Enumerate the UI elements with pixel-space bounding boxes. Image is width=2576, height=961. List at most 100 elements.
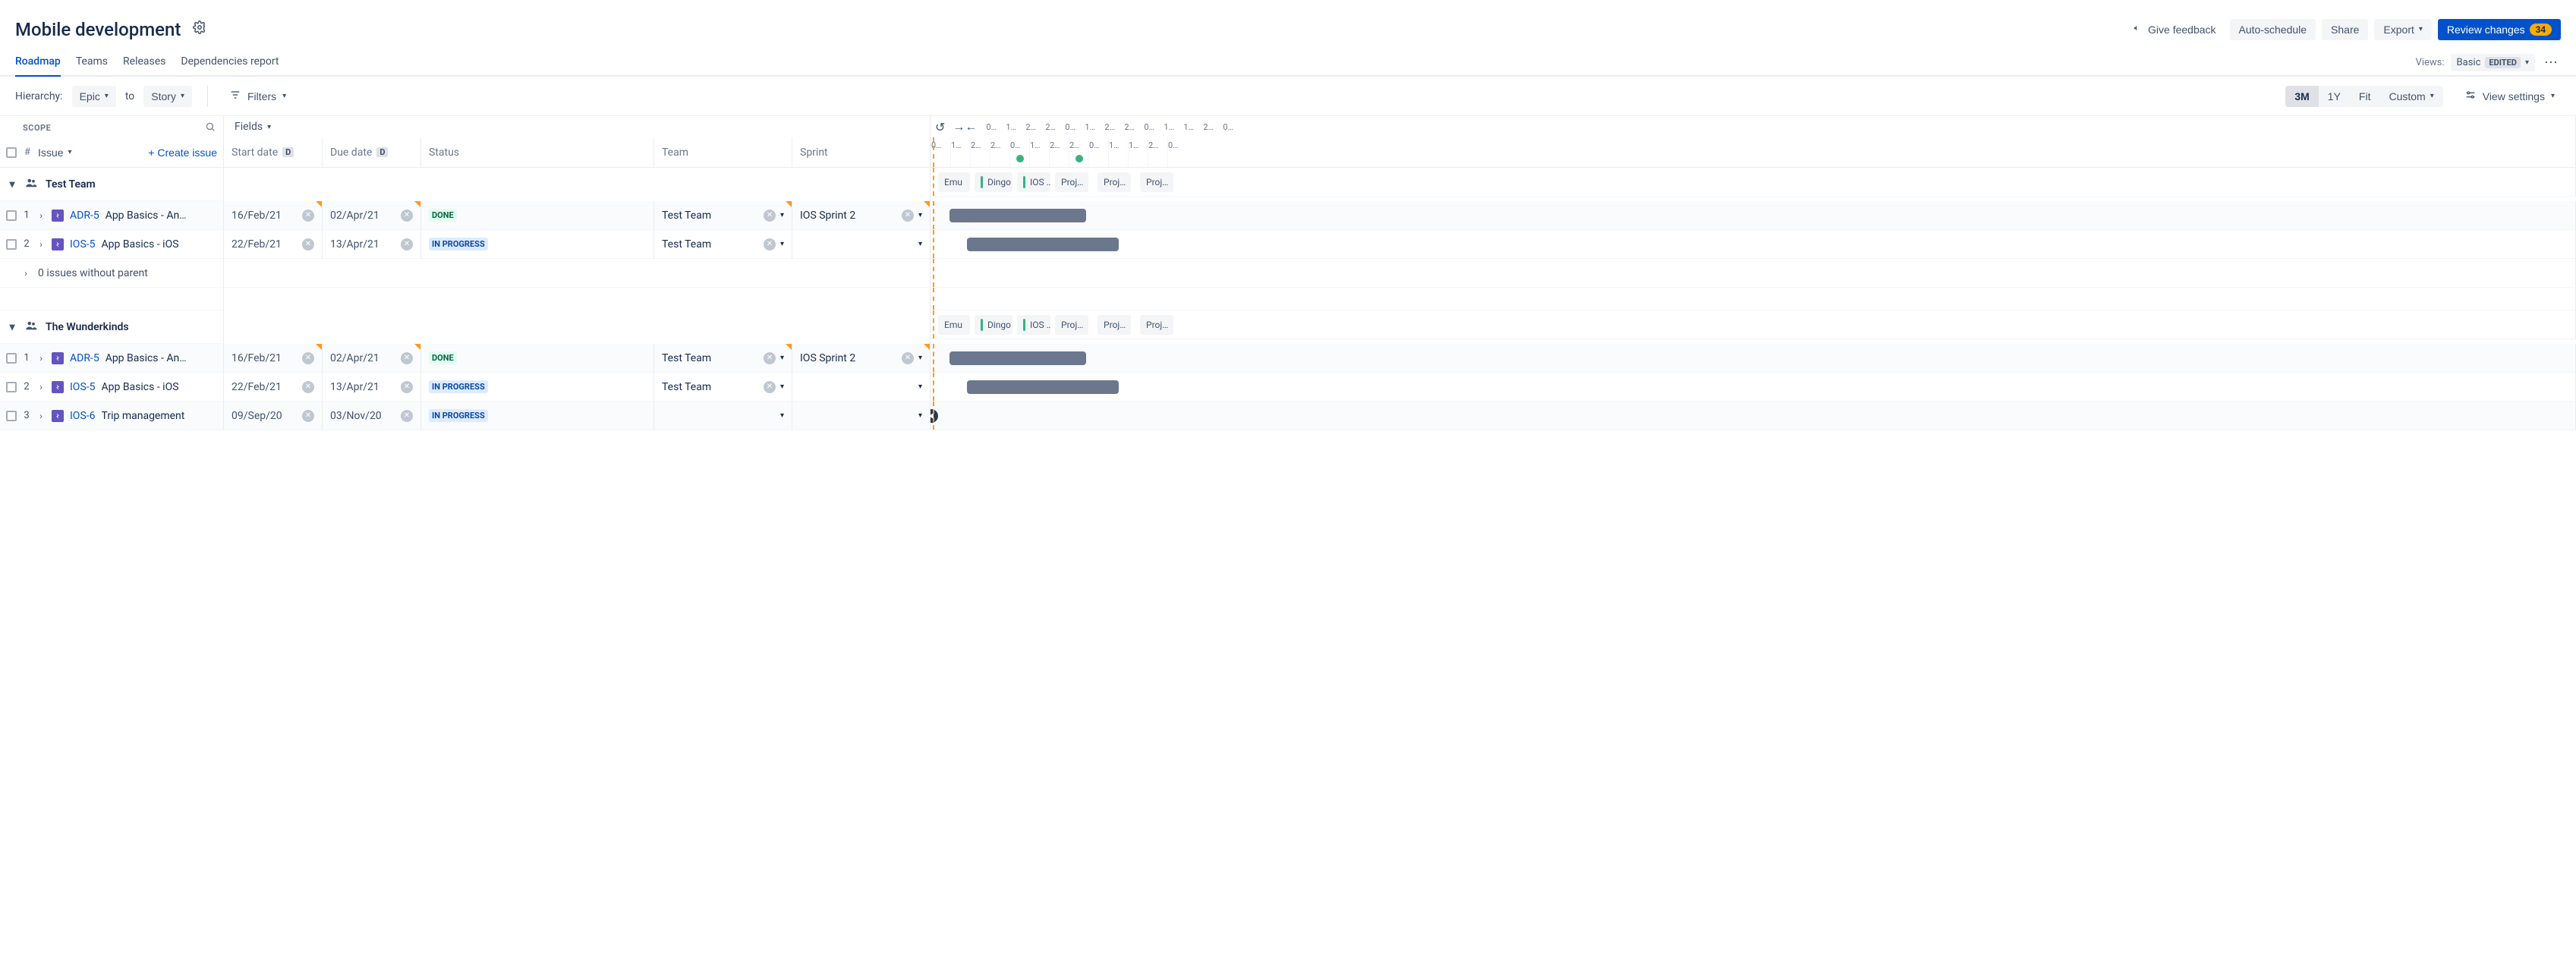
chevron-down-icon[interactable]: ▾ <box>8 178 17 191</box>
clear-icon[interactable]: ✕ <box>401 410 413 422</box>
start-date-cell[interactable]: 09/Sep/20✕ <box>224 402 323 430</box>
chevron-down-icon[interactable]: ▾ <box>8 321 17 333</box>
zoom-custom[interactable]: Custom ▾ <box>2379 86 2442 107</box>
issue-summary[interactable]: App Basics - iOS <box>102 238 179 250</box>
chevron-right-icon[interactable]: › <box>36 353 46 364</box>
issue-summary[interactable]: Trip management <box>102 410 185 422</box>
export-button[interactable]: Export ▾ <box>2374 19 2432 40</box>
status-cell[interactable]: DONE <box>421 201 654 230</box>
chevron-down-icon[interactable]: ▾ <box>918 383 922 391</box>
timeline-cell[interactable] <box>931 373 2576 402</box>
clear-icon[interactable]: ✕ <box>764 210 776 222</box>
tab-roadmap[interactable]: Roadmap <box>15 49 61 77</box>
issue-summary[interactable]: App Basics - An… <box>105 352 187 364</box>
tab-releases[interactable]: Releases <box>123 49 165 77</box>
fields-dropdown[interactable]: Fields ▾ <box>224 116 931 137</box>
issue-key[interactable]: IOS-5 <box>70 381 96 393</box>
tab-teams[interactable]: Teams <box>76 49 108 77</box>
issue-key[interactable]: ADR-5 <box>70 210 99 222</box>
group-header[interactable]: ▾ Test Team <box>0 168 224 201</box>
zoom-1y[interactable]: 1Y <box>2319 86 2350 107</box>
issue-key[interactable]: IOS-5 <box>70 238 96 250</box>
review-changes-button[interactable]: Review changes 34 <box>2438 19 2561 40</box>
team-cell[interactable]: Test Team✕▾ <box>654 344 792 373</box>
chevron-down-icon[interactable]: ▾ <box>918 411 922 420</box>
release-block[interactable]: IOS … <box>1017 172 1050 192</box>
chevron-right-icon[interactable]: › <box>21 268 30 279</box>
search-icon[interactable] <box>205 121 216 134</box>
timeline-cell[interactable] <box>931 230 2576 259</box>
release-block[interactable]: Proj… <box>1097 172 1131 192</box>
issue-row-scope[interactable]: 3 › IOS-6 Trip management <box>0 402 224 430</box>
zoom-fit[interactable]: Fit <box>2350 86 2380 107</box>
due-date-cell[interactable]: 03/Nov/20✕ <box>323 402 421 430</box>
jump-to-bar-icon[interactable] <box>931 409 938 423</box>
chevron-down-icon[interactable]: ▾ <box>918 211 922 219</box>
team-cell[interactable]: Test Team✕▾ <box>654 373 792 402</box>
issue-summary[interactable]: App Basics - iOS <box>102 381 179 393</box>
sprint-cell[interactable]: ▾ <box>792 402 931 430</box>
issue-row-scope[interactable]: 2 › IOS-5 App Basics - iOS <box>0 373 224 402</box>
sprint-cell[interactable]: IOS Sprint 2✕▾ <box>792 201 931 230</box>
chevron-down-icon[interactable]: ▾ <box>780 383 784 391</box>
chevron-right-icon[interactable]: › <box>36 382 46 392</box>
start-date-cell[interactable]: 22/Feb/21✕ <box>224 230 323 259</box>
status-cell[interactable]: DONE <box>421 344 654 373</box>
compress-icon[interactable]: →← <box>951 118 978 136</box>
due-date-cell[interactable]: 13/Apr/21✕ <box>323 230 421 259</box>
due-date-cell[interactable]: 02/Apr/21✕ <box>323 344 421 373</box>
chevron-right-icon[interactable]: › <box>36 239 46 250</box>
release-block[interactable]: Dingo <box>975 315 1012 335</box>
status-cell[interactable]: IN PROGRESS <box>421 230 654 259</box>
schedule-bar[interactable] <box>949 209 1086 222</box>
release-block[interactable]: Emu <box>938 315 970 335</box>
row-checkbox[interactable] <box>6 411 17 421</box>
issue-summary[interactable]: App Basics - An… <box>105 210 187 222</box>
team-cell[interactable]: Test Team✕▾ <box>654 201 792 230</box>
chevron-right-icon[interactable]: › <box>36 210 46 221</box>
filters-button[interactable]: Filters ▾ <box>223 84 292 108</box>
group-header[interactable]: ▾ The Wunderkinds <box>0 310 224 344</box>
release-block[interactable]: Proj… <box>1140 172 1173 192</box>
issues-without-parent-toggle[interactable]: ›0 issues without parent <box>0 259 224 288</box>
release-block[interactable]: Proj… <box>1097 315 1131 335</box>
select-all-checkbox[interactable] <box>6 147 17 158</box>
chevron-down-icon[interactable]: ▾ <box>780 240 784 248</box>
view-selector[interactable]: Basic EDITED ▾ <box>2451 54 2535 71</box>
chevron-down-icon[interactable]: ▾ <box>780 211 784 219</box>
clear-icon[interactable]: ✕ <box>302 381 314 393</box>
autoschedule-button[interactable]: Auto-schedule <box>2230 19 2316 40</box>
tab-dependencies[interactable]: Dependencies report <box>181 49 279 77</box>
clear-icon[interactable]: ✕ <box>302 210 314 222</box>
clear-icon[interactable]: ✕ <box>764 381 776 393</box>
sprint-cell[interactable]: IOS Sprint 2✕▾ <box>792 344 931 373</box>
schedule-bar[interactable] <box>967 380 1119 394</box>
release-block[interactable]: Dingo <box>975 172 1012 192</box>
issue-key[interactable]: IOS-6 <box>70 410 96 422</box>
chevron-down-icon[interactable]: ▾ <box>918 354 922 362</box>
start-date-cell[interactable]: 16/Feb/21✕ <box>224 201 323 230</box>
row-checkbox[interactable] <box>6 239 17 250</box>
clear-icon[interactable]: ✕ <box>302 410 314 422</box>
timeline-cell[interactable] <box>931 344 2576 373</box>
undo-icon[interactable]: ↺ <box>934 118 946 136</box>
issue-column-dropdown[interactable]: Issue ▾ <box>38 147 72 159</box>
clear-icon[interactable]: ✕ <box>401 238 413 250</box>
issue-row-scope[interactable]: 1 › ADR-5 App Basics - An… <box>0 344 224 373</box>
more-icon[interactable]: ⋯ <box>2541 52 2561 74</box>
hierarchy-from-select[interactable]: Epic ▾ <box>72 86 116 107</box>
clear-icon[interactable]: ✕ <box>764 352 776 364</box>
clear-icon[interactable]: ✕ <box>401 210 413 222</box>
status-cell[interactable]: IN PROGRESS <box>421 373 654 402</box>
release-block[interactable]: Emu <box>938 172 970 192</box>
release-block[interactable]: Proj… <box>1140 315 1173 335</box>
clear-icon[interactable]: ✕ <box>902 352 914 364</box>
sprint-cell[interactable]: ▾ <box>792 373 931 402</box>
start-date-cell[interactable]: 16/Feb/21✕ <box>224 344 323 373</box>
issue-row-scope[interactable]: 2 › IOS-5 App Basics - iOS <box>0 230 224 259</box>
timeline-cell[interactable] <box>931 402 2576 430</box>
release-block[interactable]: Proj… <box>1055 172 1088 192</box>
release-block[interactable]: IOS … <box>1017 315 1050 335</box>
due-date-cell[interactable]: 13/Apr/21✕ <box>323 373 421 402</box>
schedule-bar[interactable] <box>967 238 1119 251</box>
